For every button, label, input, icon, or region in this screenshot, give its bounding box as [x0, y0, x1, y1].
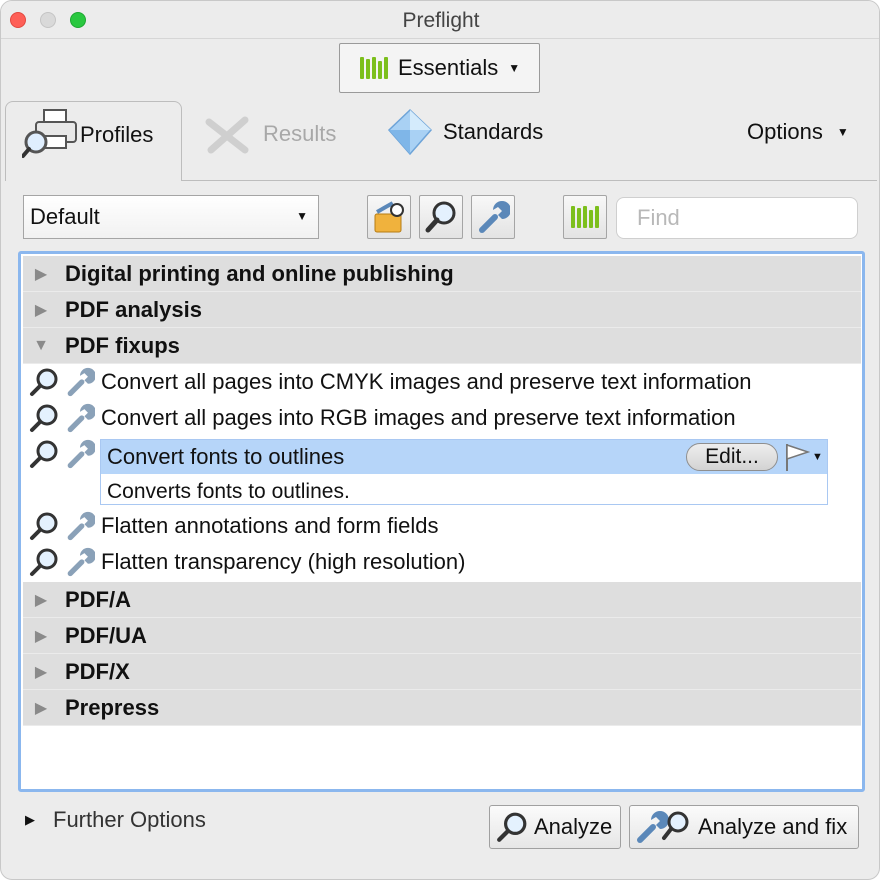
tab-results[interactable]: Results — [201, 109, 336, 159]
tab-profiles[interactable]: Profiles — [5, 101, 182, 181]
tab-profiles-label: Profiles — [80, 122, 154, 147]
options-menu[interactable]: Options ▼ — [747, 119, 849, 145]
results-icon — [201, 112, 253, 156]
tab-standards-label: Standards — [443, 119, 544, 144]
tab-results-label: Results — [263, 121, 337, 146]
analyze-label: Analyze — [534, 814, 613, 839]
printer-magnifier-icon — [22, 108, 82, 160]
analyze-button[interactable]: Analyze — [489, 805, 621, 849]
preflight-window: Preflight Essentials ▼ Profiles Results … — [0, 0, 880, 880]
further-options-toggle[interactable]: ▶ Further Options — [25, 807, 206, 833]
disclosure-right-icon: ▶ — [25, 812, 35, 827]
workspace-selector[interactable]: Essentials ▼ — [339, 43, 540, 93]
chevron-down-icon: ▼ — [508, 61, 521, 75]
title-bar: Preflight — [1, 1, 879, 39]
tab-standards[interactable]: Standards — [387, 107, 543, 157]
further-options-label: Further Options — [53, 807, 206, 832]
wrench-magnifier-icon — [636, 810, 692, 844]
magnifier-icon — [496, 811, 528, 843]
workspace-label: Essentials — [398, 55, 499, 80]
analyze-and-fix-button[interactable]: Analyze and fix — [629, 805, 859, 849]
diamond-icon — [387, 108, 433, 156]
profiles-panel — [5, 180, 877, 800]
options-label: Options — [747, 119, 823, 144]
window-title: Preflight — [402, 9, 480, 32]
bar-chart-icon — [360, 57, 388, 79]
chevron-down-icon: ▼ — [836, 125, 849, 139]
analyze-and-fix-label: Analyze and fix — [698, 814, 848, 839]
